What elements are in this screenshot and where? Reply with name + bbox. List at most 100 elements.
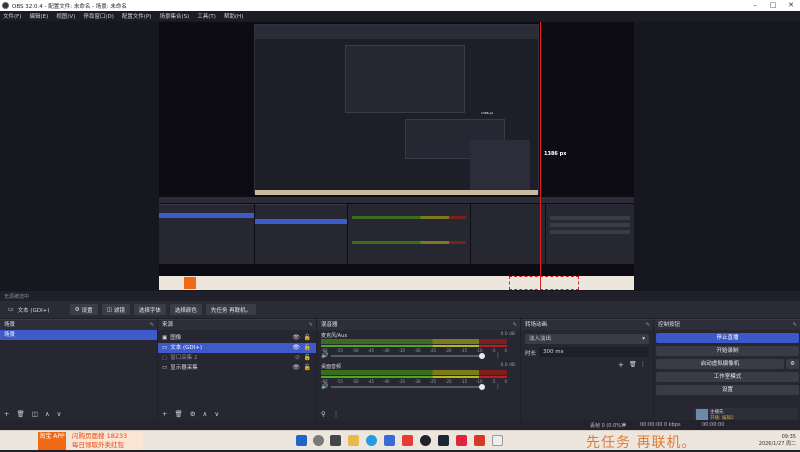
dock-options-icon[interactable]: ✎ <box>150 320 154 330</box>
source-item[interactable]: ▢ 窗口采集 2 ⊘ 🔓 <box>158 353 316 363</box>
filters-button[interactable]: ◫ 滤镜 <box>101 304 130 315</box>
app-icon[interactable] <box>402 435 413 446</box>
speaker-icon[interactable]: 🔊 <box>321 352 328 359</box>
add-icon[interactable]: + <box>618 361 624 369</box>
remove-icon[interactable]: 🗑 <box>16 410 24 418</box>
netease-music-icon[interactable] <box>456 435 467 446</box>
filter-icon[interactable]: ◫ <box>32 410 38 418</box>
more-options-icon[interactable]: ⋮ <box>640 361 646 368</box>
maximize-icon[interactable]: □ <box>764 0 782 11</box>
menu-help[interactable]: 帮助(H) <box>224 12 243 20</box>
source-item[interactable]: ▭ 显示器采集 👁 🔓 <box>158 363 316 373</box>
remove-icon[interactable]: 🗑 <box>174 410 182 418</box>
more-options-icon[interactable]: ⋮ <box>495 383 501 390</box>
link-icon[interactable]: ⚲ <box>321 410 326 418</box>
transitions-dock: 转场动画 ✎ 淡入淡出 ▾ 时长 300 ms + 🗑 ⋮ <box>521 319 653 420</box>
down-icon[interactable]: ∨ <box>214 410 219 418</box>
studio-mode-button[interactable]: 工作室模式 <box>656 372 799 382</box>
obs-icon[interactable] <box>420 435 431 446</box>
lock-icon[interactable]: 🔓 <box>304 333 311 343</box>
nested-mixer <box>348 204 470 264</box>
edge-icon[interactable] <box>366 435 377 446</box>
eye-icon[interactable]: 👁 <box>292 343 300 353</box>
add-icon[interactable]: + <box>162 410 167 418</box>
app-icon[interactable] <box>474 435 485 446</box>
menu-scene-collection[interactable]: 场景集合(S) <box>159 12 189 20</box>
source-item[interactable]: ▭ 文本 (GDI+) 👁 🔓 <box>158 343 316 353</box>
controls-header: 控制按钮 ✎ <box>654 320 800 330</box>
more-options-icon[interactable]: ⋮ <box>495 352 501 359</box>
lock-icon[interactable]: 🔓 <box>304 353 311 363</box>
sources-dock: 来源 ✎ ▣ 图像 👁 🔓 ▭ 文本 (GDI+) 👁 🔓 ▢ 窗口采集 2 ⊘ 🔓 ▭ 显示器采集 👁… <box>158 319 316 420</box>
menu-file[interactable]: 文件(F) <box>3 12 21 20</box>
task-view-icon[interactable] <box>330 435 341 446</box>
dock-options-icon[interactable]: ✎ <box>793 320 797 330</box>
settings-button[interactable]: ⚙ 设置 <box>69 304 98 315</box>
down-icon[interactable]: ∨ <box>57 410 62 418</box>
up-icon[interactable]: ∧ <box>203 410 208 418</box>
eye-slash-icon[interactable]: ⊘ <box>295 353 300 363</box>
add-icon[interactable]: + <box>4 410 9 418</box>
eye-icon[interactable]: 👁 <box>292 363 300 373</box>
up-icon[interactable]: ∧ <box>45 410 50 418</box>
system-clock[interactable]: 09:35 2026/1/27 周二 <box>748 434 796 447</box>
preview-canvas[interactable]: 1386 px 1386 px <box>159 22 634 290</box>
volume-meter <box>321 339 507 344</box>
selection-box[interactable] <box>509 276 579 290</box>
select-color-button[interactable]: 选择颜色 <box>169 304 202 315</box>
nested-scenes <box>159 204 254 264</box>
duration-field[interactable]: 300 ms <box>539 347 649 357</box>
menu-bar: 文件(F) 编辑(E) 视图(V) 停靠窗口(D) 配置文件(P) 场景集合(S… <box>0 11 800 21</box>
stream-time: 00:00:00 <box>702 422 725 428</box>
channel-name: 桌面音频 <box>321 364 342 370</box>
select-font-button[interactable]: 选择字体 <box>133 304 166 315</box>
volume-meter <box>321 376 507 378</box>
scene-item[interactable]: 场景 <box>0 330 157 340</box>
source-item[interactable]: ▣ 图像 👁 🔓 <box>158 333 316 343</box>
status-bar: 丢帧 0 (0.0%) 00:00:00 ◉ 0 kbps 00:00:00 <box>0 420 800 430</box>
app-icon[interactable] <box>492 435 503 446</box>
menu-docks[interactable]: 停靠窗口(D) <box>83 12 114 20</box>
source-toolbar: ▭ 文本 (GDI+) ⚙ 设置 ◫ 滤镜 选择字体 选择颜色 先任务 再联机。 <box>0 301 800 318</box>
dock-options-icon[interactable]: ✎ <box>513 320 517 330</box>
search-icon[interactable] <box>313 435 324 446</box>
dock-options-icon[interactable]: ✎ <box>646 320 650 330</box>
gear-icon: ⚙ <box>74 306 80 313</box>
minimize-icon[interactable]: – <box>746 0 764 11</box>
windows-start-icon[interactable] <box>296 435 307 446</box>
menu-edit[interactable]: 编辑(E) <box>29 12 48 20</box>
menu-profile[interactable]: 配置文件(P) <box>122 12 152 20</box>
dock-options-icon[interactable]: ✎ <box>309 320 313 330</box>
app-icon[interactable] <box>384 435 395 446</box>
file-explorer-icon[interactable] <box>348 435 359 446</box>
scenes-dock: 场景 ✎ 场景 + 🗑 ◫ ∧ ∨ <box>0 319 157 420</box>
menu-view[interactable]: 视图(V) <box>56 12 75 20</box>
sources-header: 来源 ✎ <box>158 320 316 330</box>
lock-icon[interactable]: 🔓 <box>304 343 311 353</box>
inner-measure-label: 1386 px <box>481 111 494 115</box>
speaker-icon[interactable]: 🔊 <box>321 383 328 390</box>
transition-select[interactable]: 淡入淡出 ▾ <box>525 334 649 344</box>
virtual-camera-settings-icon[interactable]: ⚙ <box>786 359 799 369</box>
taobao-logo[interactable]: 淘宝 APP <box>38 432 66 450</box>
steam-icon[interactable] <box>438 435 449 446</box>
meter-ticks: -60 -55 -50 -45 -40 -35 -30 -25 -20 -15 -10 -5 0 <box>321 348 507 353</box>
start-virtual-camera-button[interactable]: 启动虚拟摄像机 <box>656 359 784 369</box>
text-value-field[interactable]: 先任务 再联机。 <box>205 304 257 315</box>
close-icon[interactable]: ✕ <box>782 0 800 11</box>
start-recording-button[interactable]: 开始录制 <box>656 346 799 356</box>
lock-icon[interactable]: 🔓 <box>304 363 311 373</box>
volume-meter <box>321 345 507 347</box>
ad-banner[interactable]: 闪购页面搜 18233 每日领取外卖红包 <box>69 432 143 450</box>
volume-slider[interactable] <box>331 384 485 390</box>
filter-icon: ◫ <box>106 306 112 313</box>
settings-button[interactable]: 设置 <box>656 385 799 395</box>
gear-icon[interactable]: ⚙ <box>190 410 196 418</box>
eye-icon[interactable]: 👁 <box>292 333 300 343</box>
stop-streaming-button[interactable]: 停止直播 <box>656 333 799 343</box>
more-options-icon[interactable]: ⋮ <box>333 410 340 418</box>
menu-tools[interactable]: 工具(T) <box>197 12 216 20</box>
volume-slider[interactable] <box>331 353 485 359</box>
bitrate: 0 kbps <box>664 422 681 428</box>
trash-icon[interactable]: 🗑 <box>629 361 637 368</box>
